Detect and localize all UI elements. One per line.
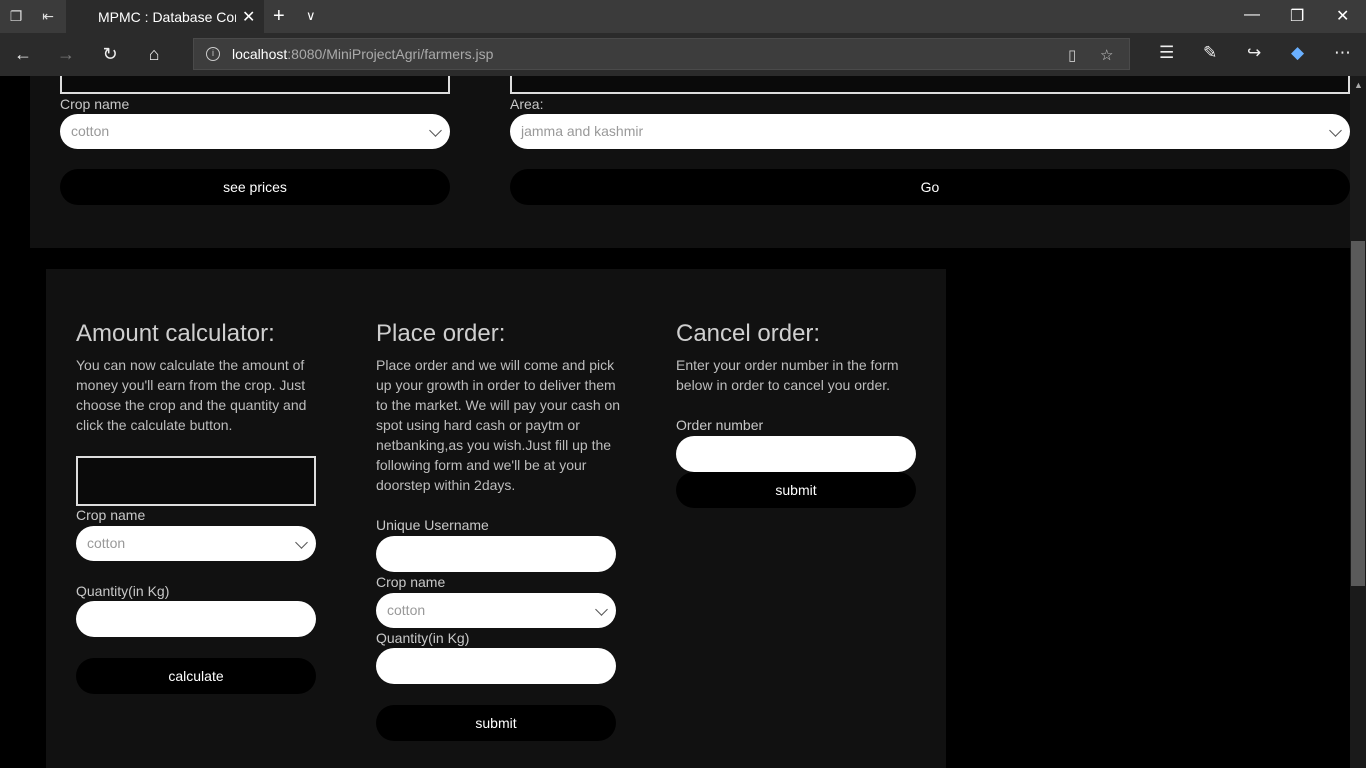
- crop-name-label: Crop name: [376, 574, 446, 590]
- chevron-down-icon: [1329, 123, 1342, 137]
- place-order-heading: Place order:: [376, 320, 506, 347]
- title-bar: ❐ ⇤ MPMC : Database Conn ✕ + ∨ — ❐ ✕: [0, 0, 1366, 33]
- calculator-quantity-input[interactable]: [76, 601, 316, 637]
- area-select[interactable]: jamma and kashmir: [510, 114, 1350, 149]
- navigation-bar: ← → ↻ ⌂ i localhost:8080/MiniProjectAgri…: [0, 33, 1366, 76]
- calculator-crop-select[interactable]: cotton: [76, 526, 316, 561]
- reading-view-icon[interactable]: ▯: [1068, 46, 1076, 64]
- area-value: jamma and kashmir: [521, 123, 644, 139]
- order-number-input[interactable]: [676, 436, 916, 472]
- pen-icon[interactable]: ✎: [1203, 43, 1217, 63]
- calculate-button[interactable]: calculate: [76, 658, 316, 694]
- address-bar[interactable]: i localhost:8080/MiniProjectAgri/farmers…: [193, 38, 1130, 70]
- info-icon[interactable]: i: [206, 47, 220, 61]
- more-icon[interactable]: ⋯: [1334, 43, 1351, 63]
- set-aside-tabs-icon[interactable]: ⇤: [40, 8, 56, 24]
- cancel-order-heading: Cancel order:: [676, 320, 821, 347]
- window-close-icon[interactable]: ✕: [1336, 6, 1349, 26]
- crop-name-label: Crop name: [76, 507, 146, 523]
- chevron-down-icon: [595, 602, 608, 616]
- url-text[interactable]: localhost:8080/MiniProjectAgri/farmers.j…: [232, 46, 493, 62]
- close-icon[interactable]: ✕: [242, 7, 255, 27]
- order-number-label: Order number: [676, 417, 764, 433]
- amount-calculator-heading: Amount calculator:: [76, 320, 275, 347]
- crop-name-value: cotton: [87, 535, 126, 551]
- chevron-down-icon[interactable]: ∨: [306, 8, 316, 24]
- forward-icon[interactable]: →: [55, 43, 77, 65]
- crop-name-value: cotton: [387, 602, 426, 618]
- new-tab-icon[interactable]: +: [273, 5, 285, 28]
- tab-title: MPMC : Database Conn: [98, 9, 236, 25]
- restore-icon[interactable]: ❐: [1290, 6, 1304, 26]
- scrollbar-thumb[interactable]: [1351, 241, 1365, 586]
- username-input[interactable]: [376, 536, 616, 572]
- crop-name-value: cotton: [71, 123, 110, 139]
- back-icon[interactable]: ←: [12, 43, 34, 65]
- go-button[interactable]: Go: [510, 169, 1350, 205]
- quantity-label: Quantity(in Kg): [376, 630, 470, 646]
- favorites-icon[interactable]: ☰: [1159, 43, 1174, 63]
- crop-name-label: Crop name: [60, 96, 130, 112]
- see-prices-button[interactable]: see prices: [60, 169, 450, 205]
- calculator-result-box[interactable]: [76, 456, 316, 506]
- area-panel: [480, 76, 1350, 248]
- area-top-input-box[interactable]: [510, 76, 1350, 94]
- browser-tab[interactable]: MPMC : Database Conn ✕: [66, 0, 264, 33]
- scroll-up-icon[interactable]: ▲: [1354, 80, 1363, 90]
- share-icon[interactable]: ↪: [1247, 43, 1261, 63]
- favorite-star-icon[interactable]: ☆: [1100, 46, 1113, 64]
- order-crop-select[interactable]: cotton: [376, 593, 616, 628]
- crop-name-select[interactable]: cotton: [60, 114, 450, 149]
- place-order-submit-button[interactable]: submit: [376, 705, 616, 741]
- amount-calculator-description: You can now calculate the amount of mone…: [76, 357, 307, 433]
- home-icon[interactable]: ⌂: [143, 43, 165, 65]
- quantity-label: Quantity(in Kg): [76, 583, 170, 599]
- top-input-box[interactable]: [60, 76, 450, 94]
- place-order-description: Place order and we will come and pick up…: [376, 357, 621, 493]
- minimize-icon[interactable]: —: [1244, 6, 1260, 24]
- cancel-order-submit-button[interactable]: submit: [676, 472, 916, 508]
- refresh-icon[interactable]: ↻: [99, 43, 121, 65]
- page-content: Crop name cotton see prices Area: jamma …: [0, 76, 1366, 768]
- username-label: Unique Username: [376, 517, 489, 533]
- cancel-order-description: Enter your order number in the form belo…: [676, 357, 899, 393]
- tab-actions-icon[interactable]: ❐: [8, 8, 24, 24]
- chevron-down-icon: [429, 123, 442, 137]
- order-quantity-input[interactable]: [376, 648, 616, 684]
- shield-icon[interactable]: ◆: [1291, 43, 1304, 63]
- area-label: Area:: [510, 96, 544, 112]
- chevron-down-icon: [295, 535, 308, 549]
